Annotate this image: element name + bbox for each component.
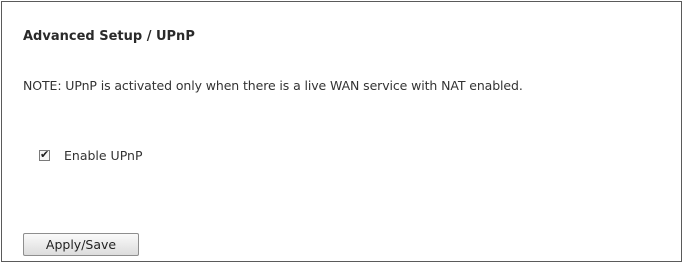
enable-upnp-row: ✔ Enable UPnP [39,148,142,163]
enable-upnp-checkbox[interactable]: ✔ [39,148,50,161]
upnp-note: NOTE: UPnP is activated only when there … [23,78,523,93]
upnp-panel: Advanced Setup / UPnP NOTE: UPnP is acti… [1,1,682,262]
checkmark-icon: ✔ [40,148,50,161]
page-title: Advanced Setup / UPnP [23,29,195,44]
apply-save-button[interactable]: Apply/Save [23,233,139,256]
enable-upnp-label[interactable]: Enable UPnP [64,148,142,163]
